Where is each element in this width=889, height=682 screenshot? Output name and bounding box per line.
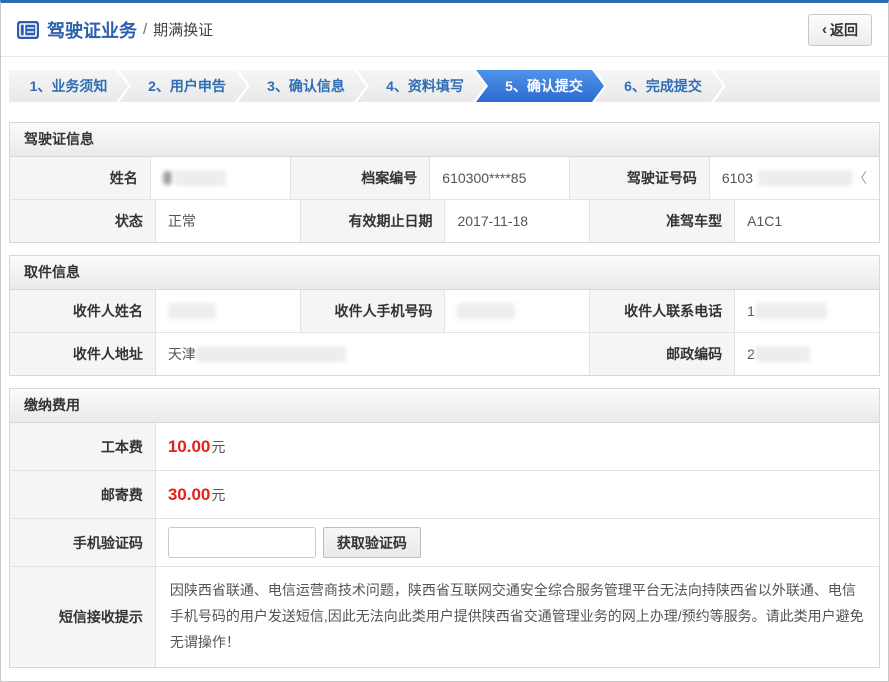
table-row: 手机验证码 获取验证码 (10, 518, 879, 566)
table-row: 工本费 10.00元 (10, 423, 879, 470)
step-bar: 1、业务须知 2、用户申告 3、确认信息 4、资料填写 5、确认提交 6、完成提… (9, 70, 880, 102)
field-value-vehicle-class: A1C1 (734, 200, 879, 242)
field-label-status: 状态 (10, 200, 155, 242)
field-value-file-number: 610300****85 (429, 157, 569, 199)
production-fee-unit: 元 (211, 437, 225, 457)
table-row: 短信接收提示 因陕西省联通、电信运营商技术问题，陕西省互联网交通安全综合服务管理… (10, 566, 879, 667)
section-title-fees: 缴纳费用 (10, 389, 879, 423)
get-verification-code-button[interactable]: 获取验证码 (323, 527, 421, 558)
field-value-recipient-phone: 1 (734, 290, 879, 332)
field-label-license-number: 驾驶证号码 (569, 157, 709, 199)
field-value-recipient-name (155, 290, 300, 332)
field-label-verification-code: 手机验证码 (10, 519, 155, 566)
step-bar-filler (714, 70, 880, 102)
page-subtitle: 期满换证 (153, 19, 213, 40)
field-value-production-fee: 10.00元 (155, 423, 879, 470)
section-license-info: 驾驶证信息 姓名 档案编号 610300****85 驾驶证号码 6103〈 状… (9, 122, 880, 243)
field-label-valid-until: 有效期止日期 (300, 200, 445, 242)
postage-fee-unit: 元 (211, 485, 225, 505)
field-label-postage-fee: 邮寄费 (10, 471, 155, 518)
page-title: 驾驶证业务 (47, 17, 137, 43)
step-2-user-declaration[interactable]: 2、用户申告 (119, 70, 247, 102)
section-title-pickup: 取件信息 (10, 256, 879, 290)
field-label-recipient-name: 收件人姓名 (10, 290, 155, 332)
table-row: 收件人姓名 收件人手机号码 收件人联系电话 1 (10, 290, 879, 332)
verification-code-input[interactable] (168, 527, 316, 558)
step-5-confirm-submit[interactable]: 5、确认提交 (476, 70, 604, 102)
field-label-sms-notice: 短信接收提示 (10, 567, 155, 667)
field-label-recipient-phone: 收件人联系电话 (589, 290, 734, 332)
field-label-recipient-mobile: 收件人手机号码 (300, 290, 445, 332)
back-button[interactable]: ‹ 返回 (808, 14, 872, 46)
table-row: 姓名 档案编号 610300****85 驾驶证号码 6103〈 (10, 157, 879, 199)
back-chevron-icon: ‹ (822, 21, 827, 38)
field-label-file-number: 档案编号 (290, 157, 430, 199)
table-row: 邮寄费 30.00元 (10, 470, 879, 518)
production-fee-amount: 10.00 (168, 437, 211, 457)
header: 驾驶证业务 / 期满换证 ‹ 返回 (1, 3, 888, 57)
field-label-postal-code: 邮政编码 (589, 333, 734, 375)
step-6-complete-submit[interactable]: 6、完成提交 (595, 70, 723, 102)
breadcrumb-separator: / (143, 21, 147, 38)
table-row: 收件人地址 天津 邮政编码 2 (10, 332, 879, 375)
step-3-confirm-info[interactable]: 3、确认信息 (238, 70, 366, 102)
section-title-license: 驾驶证信息 (10, 123, 879, 157)
field-value-license-number: 6103〈 (709, 157, 879, 199)
field-value-postage-fee: 30.00元 (155, 471, 879, 518)
field-value-name (150, 157, 290, 199)
field-value-postal-code: 2 (734, 333, 879, 375)
field-value-recipient-mobile (444, 290, 589, 332)
sms-notice-text: 因陕西省联通、电信运营商技术问题，陕西省互联网交通安全综合服务管理平台无法向持陕… (155, 567, 879, 667)
back-button-label: 返回 (830, 20, 858, 40)
step-1-business-notice[interactable]: 1、业务须知 (9, 70, 128, 102)
field-label-recipient-address: 收件人地址 (10, 333, 155, 375)
page: 驾驶证业务 / 期满换证 ‹ 返回 1、业务须知 2、用户申告 3、确认信息 4… (0, 0, 889, 682)
step-4-fill-in-data[interactable]: 4、资料填写 (357, 70, 485, 102)
table-row: 状态 正常 有效期止日期 2017-11-18 准驾车型 A1C1 (10, 199, 879, 242)
field-verification-code: 获取验证码 (155, 519, 879, 566)
field-value-valid-until: 2017-11-18 (444, 200, 589, 242)
field-label-production-fee: 工本费 (10, 423, 155, 470)
section-pickup-info: 取件信息 收件人姓名 收件人手机号码 收件人联系电话 1 收件人地址 天津 邮政… (9, 255, 880, 376)
field-label-name: 姓名 (10, 157, 150, 199)
field-value-status: 正常 (155, 200, 300, 242)
postage-fee-amount: 30.00 (168, 485, 211, 505)
field-value-recipient-address: 天津 (155, 333, 590, 375)
list-icon (17, 21, 39, 39)
field-label-vehicle-class: 准驾车型 (589, 200, 734, 242)
section-fees: 缴纳费用 工本费 10.00元 邮寄费 30.00元 手机验证码 获取验证码 短… (9, 388, 880, 668)
